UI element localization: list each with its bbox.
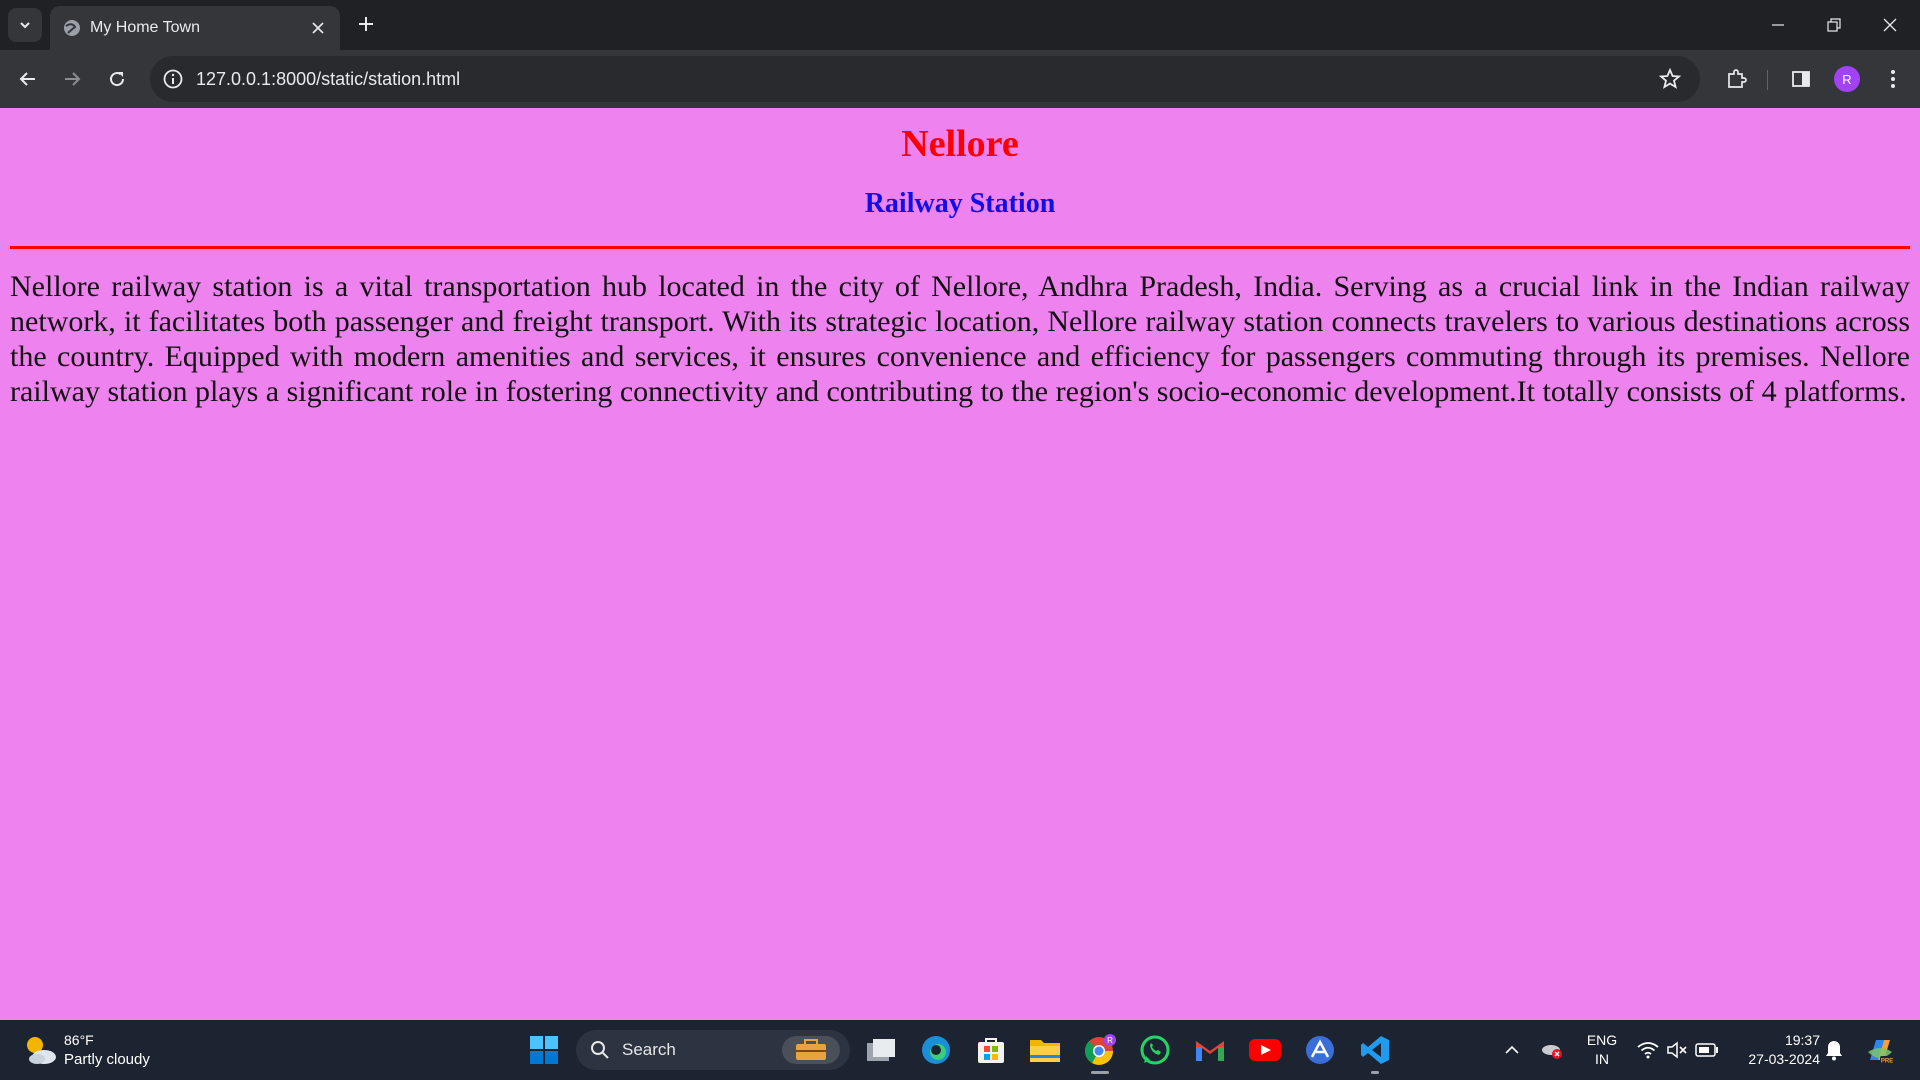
restore-icon [1827,18,1841,32]
new-tab-button[interactable] [352,10,380,38]
copilot-icon: PRE [1868,1040,1894,1065]
wifi-icon [1637,1042,1659,1059]
restore-button[interactable] [1806,0,1862,50]
arc-app-icon [1306,1036,1334,1064]
gmail-icon [1196,1041,1224,1061]
close-icon [1883,18,1897,32]
file-explorer-app[interactable] [1027,1032,1063,1068]
arrow-right-icon [65,72,81,86]
wifi-status[interactable] [1636,1038,1660,1062]
cloud-error-icon [1542,1045,1562,1059]
page-paragraph: Nellore railway station is a vital trans… [10,270,1910,408]
plus-icon [359,17,373,31]
taskbar-search-box[interactable]: Search [576,1030,850,1070]
chrome-app[interactable]: R [1082,1032,1118,1068]
battery-status[interactable] [1695,1038,1719,1062]
svg-text:PRE: PRE [1881,1059,1893,1065]
youtube-app[interactable] [1247,1032,1283,1068]
search-highlight-badge [782,1036,840,1064]
microsoft-store-app[interactable] [973,1032,1009,1068]
web-page: Nellore Railway Station Nellore railway … [0,108,1920,1020]
tab-title: My Home Town [90,19,200,36]
arrow-left-icon [19,72,35,86]
back-button[interactable] [12,63,44,95]
page-subtitle: Railway Station [864,188,1056,219]
weather-description[interactable]: Partly cloudy [64,1051,150,1068]
horizontal-rule [10,246,1910,249]
address-bar[interactable]: 127.0.0.1:8000/static/station.html [150,56,1700,102]
browser-tab-strip: My Home Town [0,0,1920,50]
onedrive-status-button[interactable] [1540,1038,1564,1062]
profile-avatar[interactable]: R [1834,66,1860,92]
task-view-button[interactable] [863,1032,899,1068]
search-icon [591,1041,609,1059]
edge-icon [922,1036,950,1064]
chevron-down-icon [20,22,30,29]
toolbar-separator [1767,70,1768,90]
notifications-button[interactable] [1822,1038,1846,1062]
reload-button[interactable] [101,63,133,95]
minimize-icon [1772,24,1784,26]
minimize-button[interactable] [1750,0,1806,50]
puzzle-icon [1728,69,1747,88]
chrome-icon: R [1084,1034,1116,1065]
weather-temperature[interactable]: 86°F [64,1032,94,1048]
clock-time[interactable]: 19:37 [1730,1032,1820,1048]
speaker-muted-icon [1667,1041,1687,1059]
tab-close-button[interactable] [306,16,330,40]
chevron-up-icon [1505,1045,1519,1054]
bell-icon [1826,1041,1842,1061]
gmail-app[interactable] [1192,1032,1228,1068]
partly-cloudy-icon[interactable] [20,1030,60,1070]
start-button[interactable] [526,1032,562,1068]
bookmark-star-icon[interactable] [1658,67,1682,91]
whatsapp-icon [1140,1035,1170,1065]
browser-menu-button[interactable] [1879,65,1907,93]
folder-icon [1030,1040,1060,1062]
url-text[interactable]: 127.0.0.1:8000/static/station.html [196,69,460,90]
info-icon[interactable] [162,68,184,90]
whatsapp-app[interactable] [1137,1032,1173,1068]
region-indicator[interactable]: IN [1580,1051,1624,1067]
copilot-button[interactable]: PRE [1864,1034,1896,1066]
page-title: Nellore [901,123,1019,165]
more-vertical-icon [1891,70,1895,88]
youtube-icon [1249,1039,1281,1061]
browser-toolbar: 127.0.0.1:8000/static/station.html R [0,50,1920,108]
language-indicator[interactable]: ENG [1580,1032,1624,1048]
arc-app[interactable] [1302,1032,1338,1068]
search-label: Search [622,1040,676,1059]
extensions-button[interactable] [1722,65,1750,93]
windows-logo-icon [530,1036,558,1064]
edge-app[interactable] [918,1032,954,1068]
show-hidden-icons-button[interactable] [1500,1038,1524,1062]
store-icon [978,1038,1004,1063]
task-view-icon [867,1039,895,1061]
forward-button[interactable] [56,63,88,95]
running-indicator [1091,1071,1109,1074]
globe-icon [64,20,80,36]
side-panel-icon [1792,71,1810,87]
briefcase-icon [796,1039,826,1060]
vs-code-app[interactable] [1357,1032,1393,1068]
side-panel-button[interactable] [1787,65,1815,93]
running-indicator [1371,1071,1379,1074]
vs-code-icon [1361,1036,1389,1064]
reload-icon [110,72,125,87]
volume-status[interactable] [1665,1038,1689,1062]
close-icon [312,22,324,34]
clock-date[interactable]: 27-03-2024 [1730,1051,1820,1067]
battery-icon [1695,1043,1718,1057]
browser-tab[interactable]: My Home Town [50,6,340,50]
windows-taskbar: 86°F Partly cloudy Search R ENG IN 19:37… [0,1020,1920,1080]
svg-text:R: R [1107,1036,1113,1045]
tab-search-button[interactable] [8,8,42,42]
close-window-button[interactable] [1862,0,1918,50]
